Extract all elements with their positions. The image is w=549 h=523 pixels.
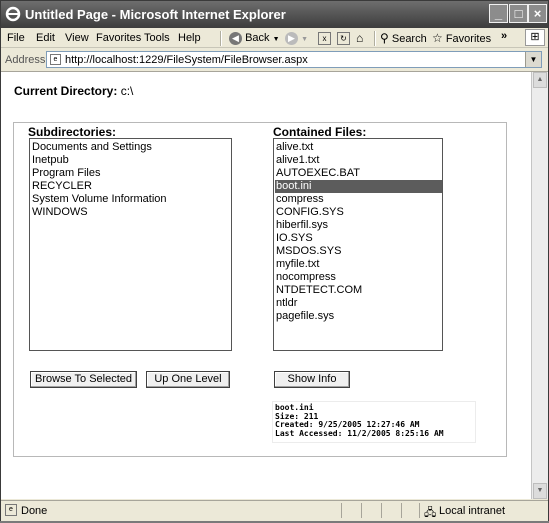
forward-dropdown-icon: ▼: [301, 36, 308, 43]
search-label: Search: [391, 33, 427, 45]
home-icon: ⌂: [356, 31, 364, 45]
list-item[interactable]: CONFIG.SYS: [276, 206, 344, 219]
current-directory-value: c:\: [120, 84, 134, 98]
subdirectories-listbox[interactable]: Documents and Settings Inetpub Program F…: [29, 138, 232, 351]
search-icon: ⚲: [380, 31, 389, 45]
menu-favorites[interactable]: Favorites: [96, 32, 141, 44]
back-arrow-icon: ◀: [229, 31, 242, 45]
vertical-scrollbar[interactable]: ▲ ▼: [531, 72, 548, 499]
minimize-button[interactable]: _: [489, 4, 508, 23]
menu-view[interactable]: View: [65, 32, 89, 44]
close-button[interactable]: ×: [528, 4, 547, 23]
star-icon: ☆: [432, 31, 443, 45]
files-heading: Contained Files:: [273, 125, 367, 139]
favorites-button[interactable]: ☆ Favorites: [432, 30, 491, 46]
address-input[interactable]: e http://localhost:1229/FileSystem/FileB…: [46, 51, 542, 68]
list-item[interactable]: AUTOEXEC.BAT: [276, 167, 360, 180]
list-item[interactable]: RECYCLER: [32, 180, 92, 193]
browser-window: Untitled Page - Microsoft Internet Explo…: [0, 0, 549, 521]
stop-button[interactable]: x: [318, 30, 331, 46]
list-item[interactable]: Documents and Settings: [32, 141, 152, 154]
address-dropdown-icon[interactable]: ▼: [525, 52, 541, 67]
back-button[interactable]: ◀ Back ▼: [229, 30, 280, 46]
menu-file[interactable]: File: [7, 32, 25, 44]
toolbar-chevron[interactable]: »: [501, 28, 507, 44]
list-item-selected[interactable]: boot.ini: [275, 180, 442, 193]
page-done-icon: e: [5, 504, 17, 516]
address-bar: Address e http://localhost:1229/FileSyst…: [1, 49, 548, 72]
title-bar: Untitled Page - Microsoft Internet Explo…: [1, 1, 548, 28]
forward-button[interactable]: ▶ ▼: [285, 30, 308, 46]
browse-to-selected-button[interactable]: Browse To Selected: [30, 371, 137, 388]
up-one-level-button[interactable]: Up One Level: [146, 371, 230, 388]
page-content: Current Directory: c:\ Subdirectories: C…: [1, 72, 531, 499]
refresh-icon: ↻: [337, 31, 350, 45]
refresh-button[interactable]: ↻: [337, 30, 350, 46]
list-item[interactable]: nocompress: [276, 271, 336, 284]
page-icon: e: [50, 54, 61, 65]
windows-logo-icon: ⊞: [525, 29, 545, 46]
status-text: Done: [21, 505, 48, 517]
file-info-accessed: Last Accessed: 11/2/2005 8:25:16 AM: [275, 428, 444, 438]
show-info-button[interactable]: Show Info: [274, 371, 350, 388]
list-item[interactable]: Inetpub: [32, 154, 69, 167]
list-item[interactable]: ntldr: [276, 297, 297, 310]
menu-tools[interactable]: Tools: [144, 32, 170, 44]
forward-arrow-icon: ▶: [285, 31, 298, 45]
list-item[interactable]: pagefile.sys: [276, 310, 334, 323]
internet-explorer-icon: [5, 6, 21, 22]
status-divider: [419, 503, 420, 518]
address-label: Address: [5, 54, 46, 66]
status-divider: [401, 503, 402, 518]
files-listbox[interactable]: alive.txt alive1.txt AUTOEXEC.BAT boot.i…: [273, 138, 443, 351]
scroll-up-icon[interactable]: ▲: [533, 72, 547, 88]
address-url: http://localhost:1229/FileSystem/FileBro…: [65, 54, 308, 66]
scroll-down-icon[interactable]: ▼: [533, 483, 547, 499]
list-item[interactable]: alive.txt: [276, 141, 313, 154]
status-divider: [361, 503, 362, 518]
subdirectories-heading: Subdirectories:: [28, 125, 117, 139]
list-item[interactable]: NTDETECT.COM: [276, 284, 362, 297]
list-item[interactable]: alive1.txt: [276, 154, 319, 167]
list-item[interactable]: Program Files: [32, 167, 100, 180]
status-divider: [381, 503, 382, 518]
window-title: Untitled Page - Microsoft Internet Explo…: [25, 7, 286, 22]
list-item[interactable]: hiberfil.sys: [276, 219, 328, 232]
current-directory-label: Current Directory:: [14, 84, 118, 98]
stop-icon: x: [318, 31, 331, 45]
security-zone: Local intranet: [439, 505, 506, 517]
list-item[interactable]: compress: [276, 193, 324, 206]
toolbar-separator: [374, 31, 376, 46]
current-directory: Current Directory: c:\: [14, 84, 133, 98]
favorites-label: Favorites: [445, 33, 492, 45]
menu-toolbar-bar: File Edit View Favorites Tools Help ◀ Ba…: [1, 28, 548, 48]
toolbar-separator: [220, 31, 222, 46]
menu-edit[interactable]: Edit: [36, 32, 55, 44]
local-intranet-icon: 🖧: [424, 507, 437, 519]
maximize-button[interactable]: □: [509, 4, 528, 23]
list-item[interactable]: WINDOWS: [32, 206, 88, 219]
home-button[interactable]: ⌂: [356, 30, 363, 46]
back-label: Back: [245, 32, 270, 44]
search-button[interactable]: ⚲ Search: [380, 30, 427, 46]
back-dropdown-icon: ▼: [272, 36, 280, 43]
list-item[interactable]: myfile.txt: [276, 258, 319, 271]
menu-help[interactable]: Help: [178, 32, 201, 44]
status-bar: e Done 🖧 Local intranet: [1, 500, 548, 521]
status-divider: [341, 503, 342, 518]
file-info-label: boot.ini Size: 211 Created: 9/25/2005 12…: [272, 401, 476, 443]
list-item[interactable]: System Volume Information: [32, 193, 167, 206]
list-item[interactable]: MSDOS.SYS: [276, 245, 341, 258]
list-item[interactable]: IO.SYS: [276, 232, 313, 245]
